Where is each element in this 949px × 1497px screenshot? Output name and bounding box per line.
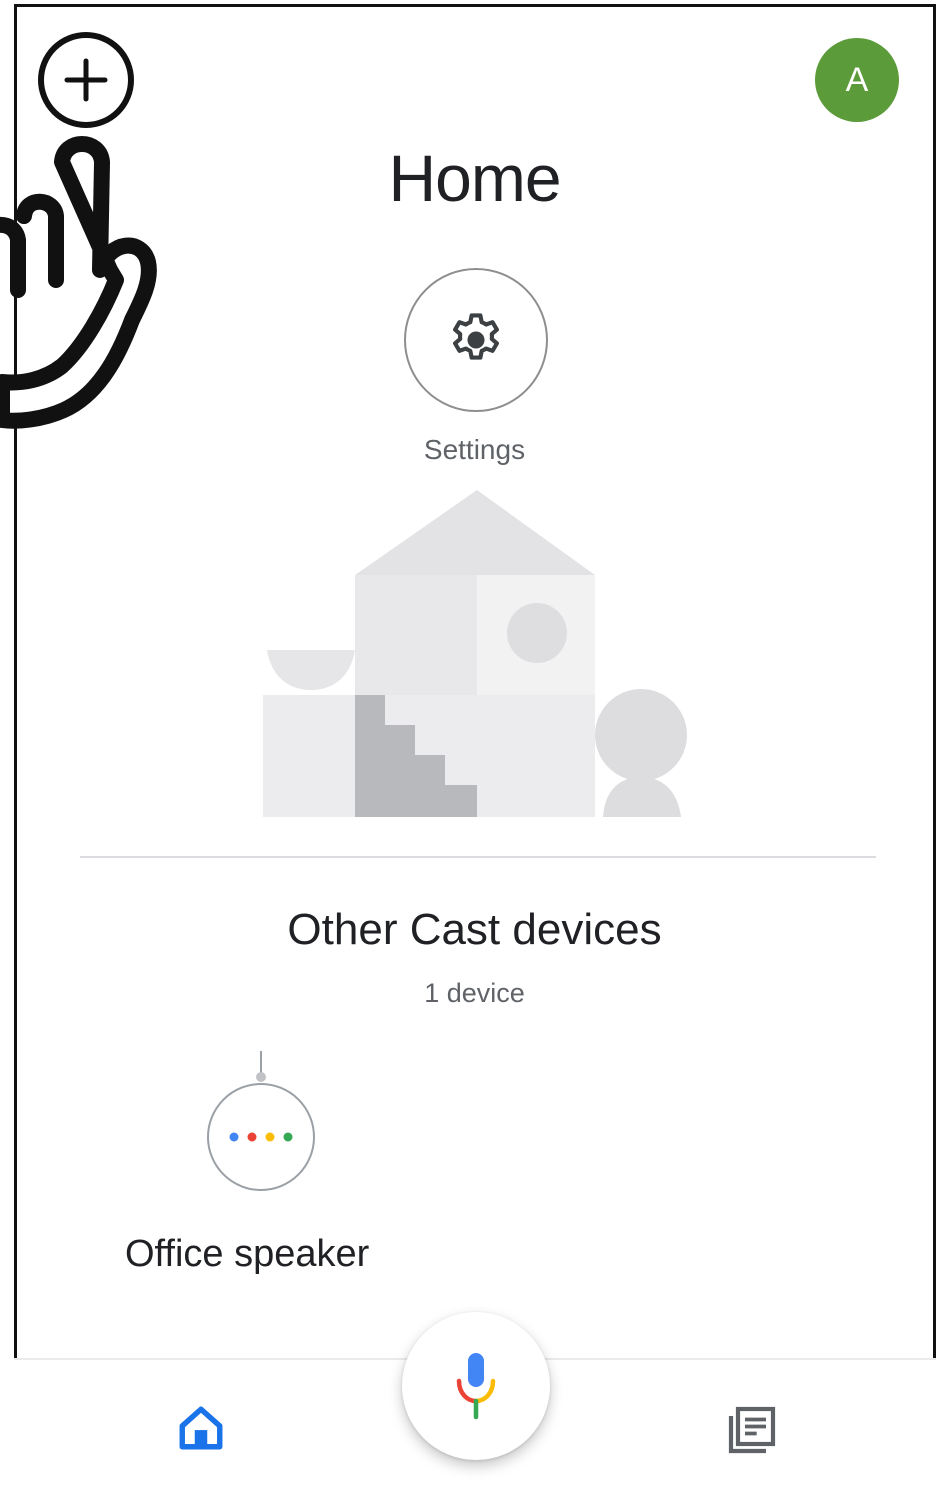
section-divider xyxy=(80,856,876,858)
device-name: Office speaker xyxy=(125,1233,370,1275)
status-dot xyxy=(283,1132,293,1142)
gear-icon xyxy=(453,313,499,360)
device-tile-office-speaker[interactable]: Office speaker xyxy=(120,1045,420,1285)
microphone-icon xyxy=(456,1353,496,1420)
voice-assistant-button[interactable] xyxy=(402,1312,550,1460)
settings-button[interactable] xyxy=(404,268,548,412)
device-count: 1 device xyxy=(424,978,525,1008)
home-icon[interactable] xyxy=(176,1403,226,1453)
pointing-hand-icon xyxy=(0,136,157,429)
home-illustration xyxy=(263,490,687,817)
status-dot xyxy=(265,1132,275,1142)
add-button[interactable] xyxy=(38,32,134,128)
avatar-letter: A xyxy=(845,60,869,99)
status-dot xyxy=(229,1132,239,1142)
google-home-mini-icon xyxy=(207,1051,315,1191)
status-dot xyxy=(247,1132,257,1142)
plus-icon xyxy=(64,58,108,102)
account-avatar[interactable]: A xyxy=(815,38,899,122)
feed-icon[interactable] xyxy=(724,1402,780,1458)
section-title: Other Cast devices xyxy=(287,905,662,954)
